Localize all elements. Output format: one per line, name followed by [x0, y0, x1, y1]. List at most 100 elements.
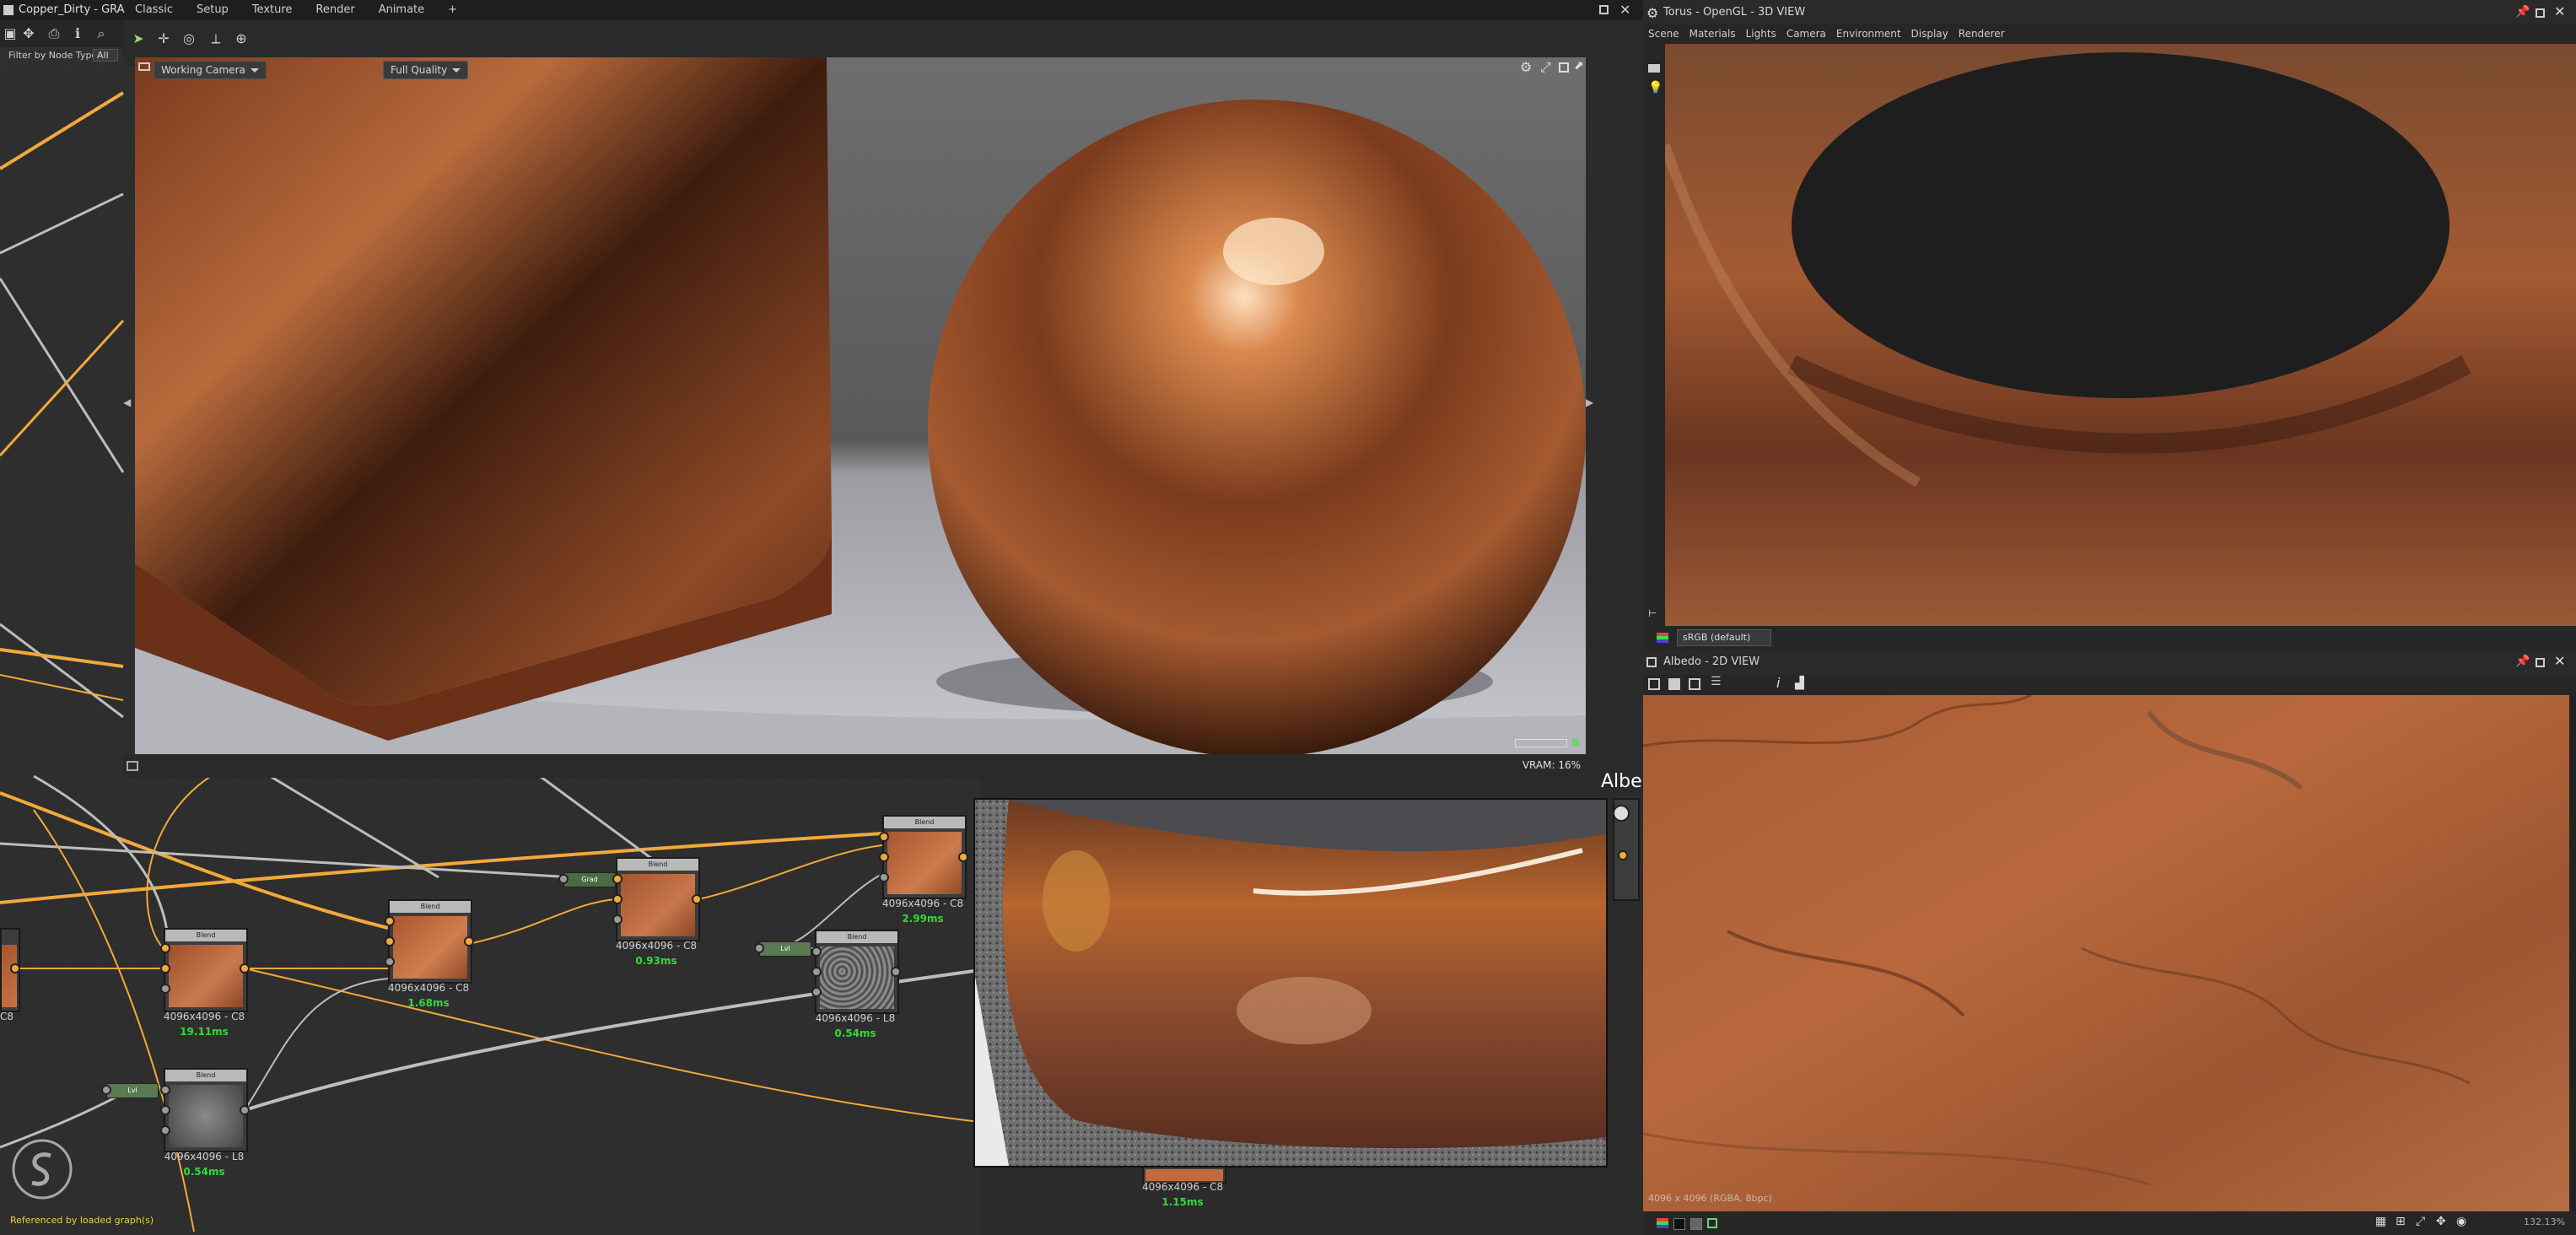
node-input-port[interactable]: [160, 1105, 170, 1115]
view3d-menu-materials[interactable]: Materials: [1684, 24, 1741, 44]
maximize-icon[interactable]: [1599, 5, 1609, 14]
node-output-port[interactable]: [464, 936, 474, 946]
fullscreen-icon[interactable]: ⬈: [1574, 59, 1584, 73]
channel-image-icon[interactable]: [1707, 1218, 1717, 1228]
camera-icon[interactable]: ⎙: [44, 24, 64, 44]
node-output-port[interactable]: [958, 852, 968, 862]
node-input-port[interactable]: [385, 916, 395, 926]
node-input-port[interactable]: [612, 914, 622, 925]
view3d-menu-camera[interactable]: Camera: [1781, 24, 1831, 44]
channel-black-icon[interactable]: [1673, 1218, 1685, 1230]
maximize-icon[interactable]: [2536, 658, 2545, 667]
info-icon[interactable]: i: [1776, 675, 1780, 691]
pin-icon[interactable]: 📌: [2515, 655, 2530, 668]
channel-gray-icon[interactable]: [1690, 1218, 1702, 1230]
globe-icon[interactable]: ⊕: [231, 29, 251, 49]
graph-node-blend-1[interactable]: Blend: [164, 928, 248, 1012]
node-input-port[interactable]: [879, 852, 889, 862]
view3d-menu-renderer[interactable]: Renderer: [1954, 24, 2010, 44]
move-gizmo-icon[interactable]: ✛: [154, 29, 174, 49]
graph-node-blend-5[interactable]: Blend: [815, 930, 899, 1014]
node-input-port[interactable]: [811, 946, 822, 957]
histogram-icon[interactable]: ▟: [1795, 677, 1804, 690]
settings-icon[interactable]: ⚙: [1520, 59, 1532, 75]
view2d-viewport[interactable]: 4096 x 4096 (RGBA, 8bpc): [1643, 695, 2569, 1211]
menu-render[interactable]: Render: [304, 0, 366, 20]
menu-classic[interactable]: Classic: [123, 0, 185, 20]
node-output-port[interactable]: [891, 967, 901, 977]
node-input-port[interactable]: [385, 957, 395, 967]
light-icon[interactable]: 💡: [1648, 81, 1663, 94]
view3d-menu-display[interactable]: Display: [1906, 24, 1954, 44]
graph-node-blend-4[interactable]: Blend: [882, 815, 967, 899]
close-icon[interactable]: ✕: [2554, 3, 2565, 19]
view3d-menu-scene[interactable]: Scene: [1643, 24, 1684, 44]
node-input-port[interactable]: [160, 1085, 170, 1095]
grid-icon[interactable]: ▦: [2375, 1215, 2386, 1228]
search-icon[interactable]: ⌕: [91, 24, 111, 44]
node-input-port[interactable]: [160, 943, 170, 953]
camera-select[interactable]: Working Camera: [154, 61, 267, 79]
frame-icon[interactable]: [1559, 62, 1569, 73]
info-icon[interactable]: ℹ: [67, 24, 88, 44]
view3d-menu-environment[interactable]: Environment: [1831, 24, 1906, 44]
select-arrow-icon[interactable]: ➤: [128, 29, 148, 49]
camera-icon[interactable]: [1648, 64, 1660, 73]
reference-image-frame[interactable]: [973, 798, 1608, 1168]
node-input-port[interactable]: [385, 936, 395, 946]
node-input-port[interactable]: [160, 1125, 170, 1135]
camera-icon[interactable]: [138, 62, 150, 71]
graph-tag-lvl[interactable]: Lvl: [106, 1083, 159, 1098]
graph-node-blend-2[interactable]: Blend: [388, 899, 472, 984]
node-output-port[interactable]: [10, 963, 20, 973]
viewport-options-icon[interactable]: [127, 761, 138, 771]
axis-icon[interactable]: ⊢: [1648, 607, 1657, 619]
tile-icon[interactable]: ⊞: [2395, 1215, 2406, 1228]
rotate-gizmo-icon[interactable]: ◎: [179, 29, 199, 49]
viewport-right-collapse[interactable]: ▶: [1586, 396, 1593, 408]
close-icon[interactable]: ✕: [1619, 0, 1630, 20]
pan-icon[interactable]: ✥: [2436, 1215, 2446, 1228]
viewport[interactable]: Working Camera Full Quality ⚙ ⤢ ⬈: [135, 57, 1586, 754]
node-input-port[interactable]: [879, 872, 889, 882]
graph-tag-grad[interactable]: Grad: [563, 872, 616, 887]
quality-select[interactable]: Full Quality: [383, 61, 469, 79]
document-icon[interactable]: [1613, 805, 1630, 822]
node-input-port[interactable]: [612, 874, 622, 884]
node-input-port[interactable]: [160, 984, 170, 994]
layers-icon[interactable]: [1657, 633, 1668, 643]
expand-icon[interactable]: ⤢: [1540, 59, 1551, 76]
tag-port[interactable]: [101, 1085, 111, 1095]
colorspace-select[interactable]: sRGB (default): [1677, 629, 1772, 646]
list-icon[interactable]: ☰: [1711, 675, 1722, 688]
layers-icon[interactable]: [1657, 1218, 1668, 1228]
frame-icon[interactable]: ▣: [0, 24, 20, 44]
copy-icon[interactable]: [1648, 678, 1660, 690]
menu-texture[interactable]: Texture: [240, 0, 304, 20]
zoom-slider-icon[interactable]: ◉: [2456, 1215, 2466, 1228]
node-input-port[interactable]: [160, 963, 170, 973]
node-input-port[interactable]: [811, 967, 822, 977]
tag-port[interactable]: [558, 874, 569, 884]
gear-icon[interactable]: ⚙: [1646, 5, 1658, 21]
viewport-left-collapse[interactable]: ◀: [123, 396, 131, 408]
node-input-port[interactable]: [879, 832, 889, 842]
maximize-icon[interactable]: [2536, 8, 2545, 18]
pin-icon[interactable]: 📌: [2515, 5, 2530, 19]
export-icon[interactable]: [1689, 678, 1700, 690]
save-icon[interactable]: [1668, 678, 1680, 690]
graph-node-blend-6[interactable]: Blend: [164, 1068, 248, 1152]
graph-menu-icon[interactable]: [3, 5, 13, 15]
node-input-port[interactable]: [1618, 850, 1628, 860]
axis-icon[interactable]: ⟂: [206, 29, 226, 49]
panel-icon[interactable]: [1646, 657, 1657, 667]
node-output-port[interactable]: [240, 963, 250, 973]
view3d-viewport[interactable]: [1665, 44, 2576, 626]
node-output-port[interactable]: [240, 1105, 250, 1115]
menu-add[interactable]: +: [436, 0, 469, 20]
menu-setup[interactable]: Setup: [185, 0, 240, 20]
filter-select[interactable]: All: [93, 49, 118, 62]
node-output-port[interactable]: [692, 894, 702, 904]
tag-port[interactable]: [754, 943, 764, 953]
graph-tag-lvl[interactable]: Lvl: [759, 941, 811, 957]
